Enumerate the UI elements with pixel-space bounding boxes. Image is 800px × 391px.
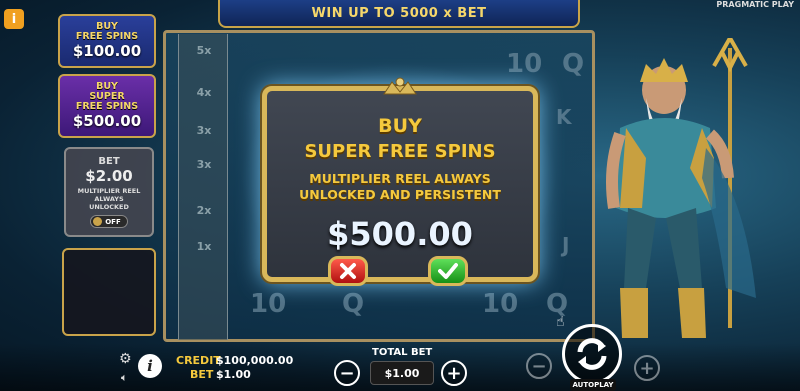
credit-value: $100,000.00 xyxy=(216,354,294,367)
dialog-desc-line1: MULTIPLIER REEL ALWAYS xyxy=(309,171,491,186)
crest-icon xyxy=(383,77,417,95)
buy-fs-price: $100.00 xyxy=(72,42,142,60)
confirm-button[interactable] xyxy=(428,256,468,286)
multiplier-5: 1x xyxy=(196,240,212,253)
toggle-knob xyxy=(93,217,103,226)
credit-label: CREDIT xyxy=(176,354,221,367)
symbol-6: K xyxy=(556,105,572,129)
total-bet-value: $1.00 xyxy=(370,361,434,385)
ante-bet-panel[interactable]: BET $2.00 MULTIPLIER REEL ALWAYS UNLOCKE… xyxy=(64,147,154,237)
autoplay-plus-button[interactable]: + xyxy=(634,355,660,381)
buy-free-spins-button[interactable]: BUY FREE SPINS $100.00 xyxy=(58,14,156,68)
multiplier-3: 3x xyxy=(196,158,212,171)
gear-icon[interactable]: ⚙ xyxy=(119,351,132,367)
empty-side-panel xyxy=(62,248,156,336)
ante-bet-toggle[interactable]: OFF xyxy=(90,215,128,228)
hand-pointer-icon: ☝ xyxy=(556,314,565,330)
decrease-bet-button[interactable]: − xyxy=(334,360,360,386)
check-icon xyxy=(438,263,458,279)
cancel-button[interactable] xyxy=(328,256,368,286)
multiplier-1: 4x xyxy=(196,86,212,99)
toggle-state: OFF xyxy=(105,217,121,226)
poseidon-character xyxy=(606,38,756,338)
buy-fs-line2: FREE SPINS xyxy=(75,31,139,42)
ante-bet-desc-2: ALWAYS xyxy=(94,195,124,203)
buy-sfs-price: $500.00 xyxy=(72,112,142,130)
dialog-desc-line2: UNLOCKED AND PERSISTENT xyxy=(299,187,501,202)
spin-arrows-icon xyxy=(577,338,607,370)
buy-super-free-spins-button[interactable]: BUY SUPER FREE SPINS $500.00 xyxy=(58,74,156,138)
spin-button[interactable] xyxy=(562,324,622,384)
autoplay-minus-button[interactable]: − xyxy=(526,353,552,379)
multiplier-reel: 5x 4x 3x 3x 2x 1x xyxy=(178,34,228,340)
top-info-button[interactable]: i xyxy=(4,9,24,29)
bet-label: BET xyxy=(190,368,214,381)
symbol-1: Q xyxy=(562,49,585,79)
close-icon xyxy=(340,263,356,279)
multiplier-4: 2x xyxy=(196,204,212,217)
ante-bet-desc-3: UNLOCKED xyxy=(89,203,129,211)
dialog-title-buy: BUY xyxy=(378,115,422,137)
dialog-title-feature: SUPER FREE SPINS xyxy=(304,141,496,162)
ante-bet-label: BET xyxy=(98,156,120,167)
provider-logo: PRAGMATIC PLAY xyxy=(716,0,794,9)
increase-bet-button[interactable]: + xyxy=(441,360,467,386)
ante-bet-desc-1: MULTIPLIER REEL xyxy=(77,187,141,195)
win-banner: WIN UP TO 5000 x BET xyxy=(218,0,580,28)
speaker-icon[interactable]: 🔈︎ xyxy=(121,371,128,385)
buy-confirm-dialog: BUY SUPER FREE SPINS MULTIPLIER REEL ALW… xyxy=(262,86,538,282)
bet-value: $1.00 xyxy=(216,368,251,381)
symbol-7: J xyxy=(562,233,570,257)
multiplier-2: 3x xyxy=(196,124,212,137)
multiplier-0: 5x xyxy=(196,44,212,57)
dialog-price: $500.00 xyxy=(327,215,473,253)
autoplay-button[interactable]: AUTOPLAY xyxy=(570,379,616,391)
total-bet-label: TOTAL BET xyxy=(372,347,433,358)
buy-sfs-line3: FREE SPINS xyxy=(75,101,139,112)
ante-bet-value: $2.00 xyxy=(85,167,133,185)
info-button[interactable]: i xyxy=(138,354,162,378)
